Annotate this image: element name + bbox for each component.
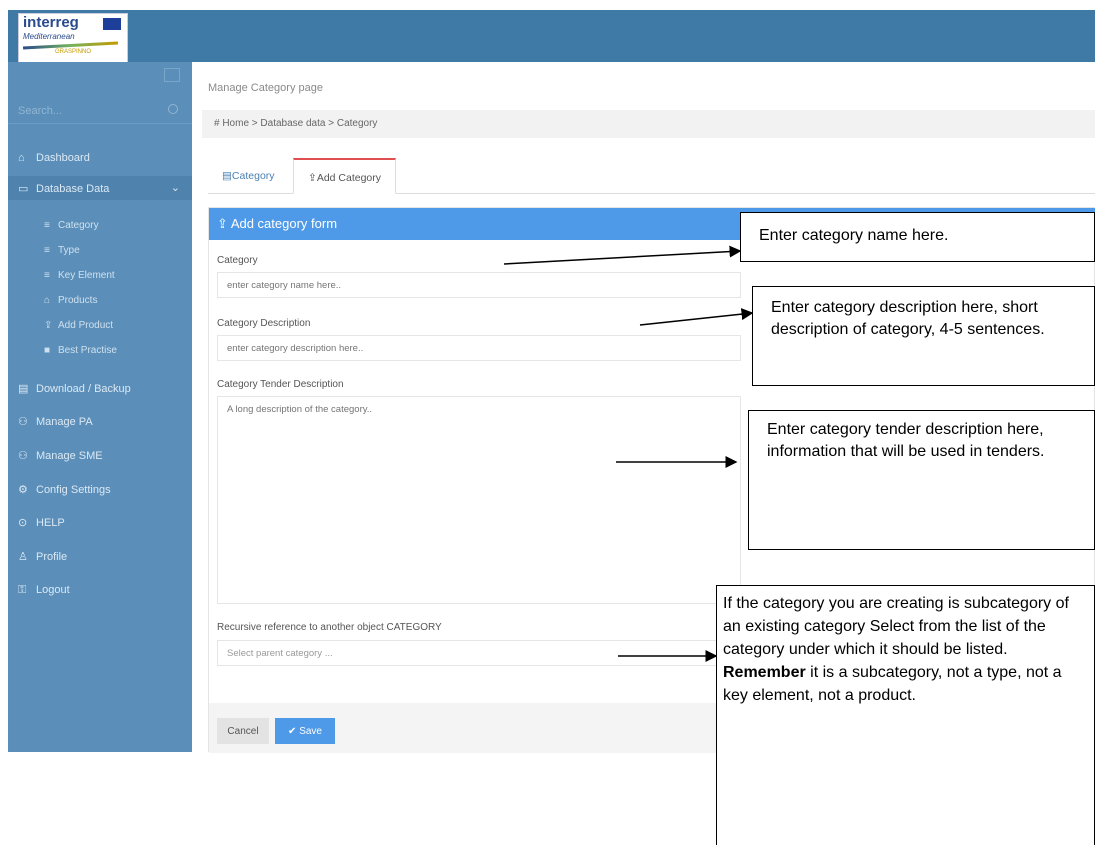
sidebar-subitem-add-product[interactable]: ⇪ Add Product (44, 320, 113, 331)
sidebar-item-label: Manage PA (36, 416, 93, 428)
sidebar-item-manage-pa[interactable]: ⚇ Manage PA (8, 409, 192, 433)
bag-icon: ⌂ (44, 295, 51, 306)
sidebar-item-database-data[interactable]: ▭ Database Data ⌄ (8, 176, 192, 200)
cancel-button[interactable]: Cancel (217, 718, 269, 744)
category-description-input[interactable] (217, 335, 741, 361)
sidebar-item-label: Profile (36, 551, 68, 563)
category-label: Category (217, 255, 258, 266)
sidebar-subitem-type[interactable]: ≡ Type (44, 245, 80, 256)
tab-bar: ▤Category ⇪Add Category (208, 158, 1095, 194)
gear-icon: ⚙ (18, 484, 28, 496)
database-icon: ▤ (18, 383, 29, 395)
sidebar-item-help[interactable]: ⊙ HELP (8, 510, 192, 534)
folder-icon: ■ (44, 345, 51, 356)
save-button[interactable]: ✔ Save (275, 718, 335, 744)
category-name-input[interactable] (217, 272, 741, 298)
sidebar-item-download-backup[interactable]: ▤ Download / Backup (8, 376, 192, 400)
list-icon: ≡ (44, 270, 50, 281)
list-icon: ▤ (222, 170, 232, 182)
sidebar-item-dashboard[interactable]: ⌂ Dashboard (8, 146, 192, 170)
sidebar-item-label: Logout (36, 584, 70, 596)
parent-category-select[interactable]: Select parent category ... (217, 640, 741, 666)
tab-label: Category (231, 170, 275, 182)
sidebar-subitem-label: Category (58, 220, 99, 231)
sidebar-item-logout[interactable]: ⚿ Logout (8, 578, 192, 602)
menu-toggle-icon[interactable] (164, 68, 180, 82)
sidebar-item-label: Database Data (36, 183, 110, 195)
check-icon: ✔ (288, 725, 297, 737)
sidebar-subitem-key-element[interactable]: ≡ Key Element (44, 270, 115, 281)
sidebar-subitem-label: Add Product (58, 320, 114, 331)
breadcrumb[interactable]: # Home > Database data > Category (202, 110, 1095, 138)
interreg-logo[interactable]: interreg Mediterranean GRASPINNO (18, 13, 128, 63)
form-title: Add category form (230, 216, 338, 231)
list-icon: ≡ (44, 220, 50, 231)
tab-label: Add Category (316, 172, 382, 184)
save-label: Save (299, 725, 322, 737)
sidebar-item-label: Manage SME (36, 450, 103, 462)
sidebar-subitem-label: Best Practise (58, 345, 117, 356)
sidebar-subitem-label: Type (58, 245, 80, 256)
callout-text: If the category you are creating is subc… (723, 595, 1069, 658)
upload-icon: ⇪ (44, 320, 53, 331)
sidebar-subitem-category[interactable]: ≡ Category (44, 220, 99, 231)
sidebar-item-config-settings[interactable]: ⚙ Config Settings (8, 477, 192, 501)
upload-icon: ⇪ (217, 216, 228, 231)
users-icon: ⚇ (18, 416, 28, 428)
sidebar-item-profile[interactable]: ♙ Profile (8, 544, 192, 568)
folder-icon: ▭ (18, 183, 29, 195)
list-icon: ≡ (44, 245, 50, 256)
sidebar-search[interactable]: Search... (8, 96, 192, 124)
search-placeholder: Search... (18, 105, 63, 117)
callout-parent-category: If the category you are creating is subc… (716, 585, 1095, 845)
callout-category-description: Enter category description here, short d… (752, 286, 1095, 386)
parent-category-label: Recursive reference to another object CA… (217, 622, 442, 633)
callout-category-name: Enter category name here. (740, 212, 1095, 262)
category-tender-textarea[interactable] (217, 396, 741, 604)
sidebar-subitem-best-practise[interactable]: ■ Best Practise (44, 345, 117, 356)
sidebar-item-label: Dashboard (36, 152, 90, 164)
sidebar-subitem-products[interactable]: ⌂ Products (44, 295, 97, 306)
sidebar-item-label: Config Settings (36, 484, 111, 496)
category-description-label: Category Description (217, 318, 311, 329)
tab-category[interactable]: ▤Category (208, 158, 289, 194)
sidebar-item-manage-sme[interactable]: ⚇ Manage SME (8, 443, 192, 467)
pin-icon: ⊙ (18, 517, 28, 529)
sidebar-subitem-label: Products (58, 295, 98, 306)
sidebar-item-label: Download / Backup (36, 383, 131, 395)
page-title: Manage Category page (208, 82, 323, 94)
upload-icon: ⇪ (308, 172, 317, 184)
callout-tender-description: Enter category tender description here, … (748, 410, 1095, 550)
home-icon: ⌂ (18, 152, 25, 164)
chevron-down-icon: ⌄ (170, 182, 180, 194)
category-tender-label: Category Tender Description (217, 379, 344, 390)
users-icon: ⚇ (18, 450, 28, 462)
sidebar-subitem-label: Key Element (58, 270, 115, 281)
sidebar-item-label: HELP (36, 517, 65, 529)
screenshot: interreg Mediterranean GRASPINNO Search.… (0, 0, 1095, 845)
parent-category-placeholder: Select parent category ... (227, 648, 333, 659)
search-icon[interactable] (168, 104, 178, 114)
callout-bold-text: Remember (723, 664, 806, 681)
lock-icon: ⚿ (18, 584, 27, 596)
top-header: interreg Mediterranean GRASPINNO (8, 10, 1095, 63)
user-icon: ♙ (18, 551, 28, 563)
sidebar: Search... ⌂ Dashboard ▭ Database Data ⌄ ≡ C… (8, 62, 192, 752)
tab-add-category[interactable]: ⇪Add Category (293, 158, 397, 194)
